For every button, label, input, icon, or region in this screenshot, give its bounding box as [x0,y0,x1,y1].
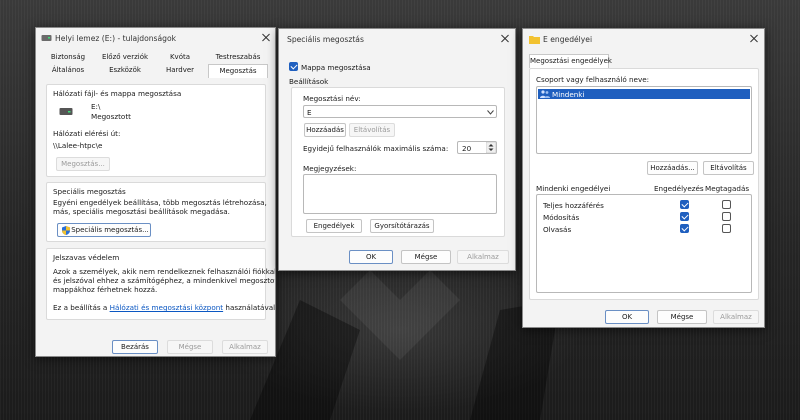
share-name-select[interactable]: E [303,105,497,118]
password-desc-2: és jelszóval ehhez a számítógéphez, a mi… [53,276,276,285]
permission-name-full: Teljes hozzáférés [543,201,604,210]
advanced-sharing-button[interactable]: Speciális megosztás... [57,223,151,237]
window-title: E engedélyei [543,35,593,44]
tab-tools[interactable]: Eszközök [94,66,156,74]
drive-icon [41,35,52,41]
share-folder-checkbox[interactable] [289,62,298,71]
deny-full-checkbox[interactable] [722,200,731,209]
password-footer-post: használatával [223,303,276,312]
user-limit-stepper[interactable]: 20 [457,141,497,154]
close-button[interactable]: Bezárás [112,340,158,354]
remove-user-button[interactable]: Eltávolítás [703,161,754,175]
permissions-panel: Csoport vagy felhasználó neve: Mindenki … [529,68,759,300]
network-path-label: Hálózati elérési út: [53,129,121,138]
password-header: Jelszavas védelem [53,253,120,262]
tab-quota[interactable]: Kvóta [156,53,204,61]
window-title: Speciális megosztás [287,35,364,44]
chevron-down-icon [487,110,494,115]
apply-button[interactable]: Alkalmaz [713,310,759,324]
password-desc-1: Azok a személyek, akik nem rendelkeznek … [53,267,276,276]
share-button[interactable]: Megosztás... [56,157,110,171]
advanced-sharing-desc-1: Egyéni engedélyek beállítása, több megos… [53,198,267,207]
comments-label: Megjegyzések: [303,164,357,173]
ok-button[interactable]: OK [605,310,649,324]
advanced-sharing-titlebar[interactable]: Speciális megosztás [279,29,515,49]
permissions-list: Teljes hozzáférés Módosítás Olvasás [536,194,752,293]
comments-textarea[interactable] [303,174,497,214]
advanced-sharing-button-label: Speciális megosztás... [71,226,149,234]
ok-button[interactable]: OK [349,250,393,264]
user-name: Mindenki [552,90,585,99]
user-limit-label: Egyidejű felhasználók maximális száma: [303,144,449,153]
tab-previous-versions[interactable]: Előző verziók [94,53,156,61]
drive-name: E:\ [91,102,101,111]
list-item[interactable]: Mindenki [538,89,750,99]
remove-share-button[interactable]: Eltávolítás [349,123,395,137]
apply-button[interactable]: Alkalmaz [457,250,509,264]
drive-icon [59,108,73,115]
deny-modify-checkbox[interactable] [722,212,731,221]
properties-window[interactable]: Helyi lemez (E:) - tulajdonságok Biztons… [35,27,276,357]
advanced-sharing-window[interactable]: Speciális megosztás Mappa megosztása Beá… [278,28,516,271]
add-user-button[interactable]: Hozzáadás... [647,161,698,175]
cancel-button[interactable]: Mégse [401,250,451,264]
network-sharing-header: Hálózati fájl- és mappa megosztása [53,89,182,98]
shield-icon [62,226,70,235]
tab-share-permissions[interactable]: Megosztási engedélyek [529,54,612,68]
permission-name-read: Olvasás [543,225,572,234]
tab-hardware[interactable]: Hardver [156,66,204,74]
users-icon [540,90,550,98]
advanced-sharing-group: Speciális megosztás Egyéni engedélyek be… [46,182,267,242]
password-desc-3: mappákhoz férhetnek hozzá. [53,285,158,294]
user-limit-value: 20 [462,144,472,153]
apply-button[interactable]: Alkalmaz [222,340,268,354]
tab-sharing[interactable]: Megosztás [208,64,268,78]
password-footer: Ez a beállítás a Hálózati és megosztási … [53,303,275,312]
cancel-button[interactable]: Mégse [657,310,707,324]
network-sharing-group: Hálózati fájl- és mappa megosztása E:\ M… [46,84,266,177]
permissions-titlebar[interactable]: E engedélyei [523,29,764,49]
caching-button[interactable]: Gyorsítótárazás [370,219,434,233]
allow-header: Engedélyezés [654,184,704,193]
password-protection-group: Jelszavas védelem Azok a személyek, akik… [46,248,275,320]
drive-status: Megosztott [91,112,131,121]
tab-customize[interactable]: Testreszabás [204,53,272,61]
spinner-arrows-icon[interactable] [486,142,496,153]
close-icon[interactable] [746,32,762,46]
password-footer-pre: Ez a beállítás a [53,303,110,312]
permissions-button[interactable]: Engedélyek [306,219,362,233]
add-share-button[interactable]: Hozzáadás [304,123,346,137]
tab-security[interactable]: Biztonság [42,53,94,61]
network-center-link[interactable]: Hálózati és megosztási központ [110,303,224,312]
deny-read-checkbox[interactable] [722,224,731,233]
user-list[interactable]: Mindenki [536,86,752,154]
advanced-sharing-header: Speciális megosztás [53,187,126,196]
permissions-header: Mindenki engedélyei [536,184,611,193]
settings-label: Beállítások [289,77,329,86]
allow-modify-checkbox[interactable] [680,212,689,221]
network-path-value: \\Lalee-htpc\e [53,141,103,150]
deny-header: Megtagadás [705,184,750,193]
allow-read-checkbox[interactable] [680,224,689,233]
close-icon[interactable] [258,31,274,45]
allow-full-checkbox[interactable] [680,200,689,209]
settings-group: Megosztási név: E Hozzáadás Eltávolítás … [291,87,505,237]
permission-name-modify: Módosítás [543,213,580,222]
close-icon[interactable] [497,32,513,46]
share-folder-label: Mappa megosztása [301,63,371,72]
group-user-label: Csoport vagy felhasználó neve: [536,75,650,84]
advanced-sharing-desc-2: más, speciális megosztási beállítások me… [53,207,230,216]
folder-icon [529,36,540,44]
cancel-button[interactable]: Mégse [167,340,213,354]
share-name-value: E [307,108,312,117]
window-title: Helyi lemez (E:) - tulajdonságok [55,34,177,43]
share-name-label: Megosztási név: [303,94,361,103]
tab-general[interactable]: Általános [42,66,94,74]
permissions-window[interactable]: E engedélyei Megosztási engedélyek Csopo… [522,28,765,328]
properties-titlebar[interactable]: Helyi lemez (E:) - tulajdonságok [36,28,275,48]
